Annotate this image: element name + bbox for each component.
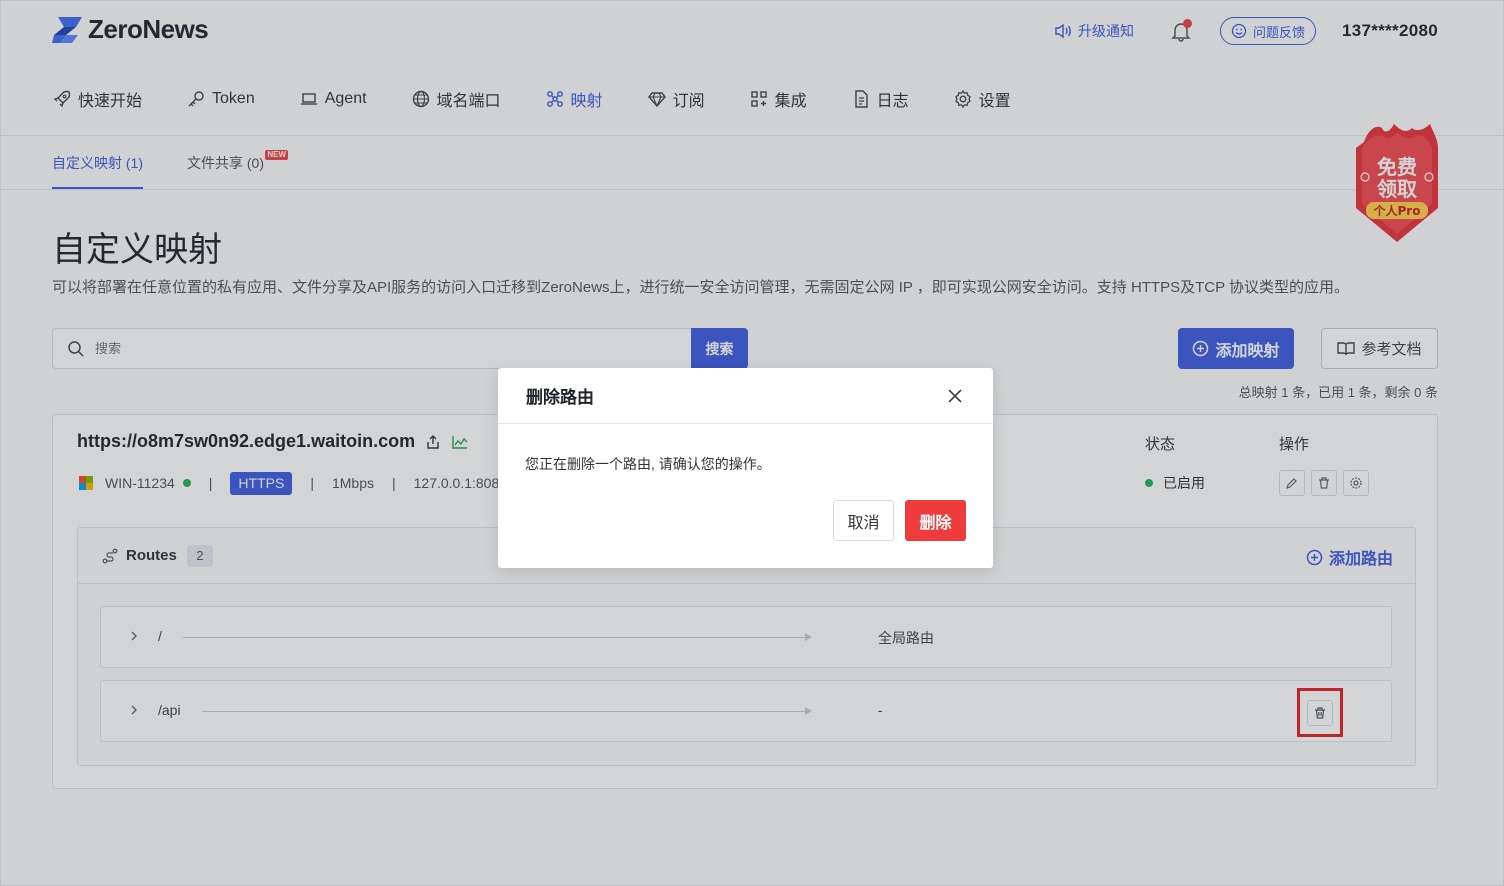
dialog-message: 您正在删除一个路由, 请确认您的操作。 <box>525 456 771 472</box>
dialog-title: 删除路由 <box>526 388 594 407</box>
delete-route-dialog: 删除路由 您正在删除一个路由, 请确认您的操作。 取消 删除 <box>498 368 993 568</box>
cancel-button[interactable]: 取消 <box>833 500 894 541</box>
dialog-header: 删除路由 <box>498 368 993 424</box>
confirm-delete-button[interactable]: 删除 <box>905 500 966 541</box>
close-icon[interactable] <box>947 388 963 404</box>
